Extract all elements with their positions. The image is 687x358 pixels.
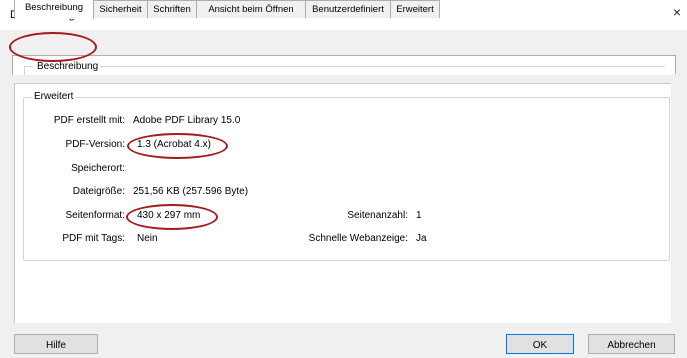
fast-web-view-value: Ja [416, 233, 427, 244]
page-count-label: Seitenanzahl: [347, 210, 408, 221]
page-format-label: Seitenformat: [65, 210, 125, 221]
pdf-version-label: PDF-Version: [65, 139, 125, 150]
filesize-value: 251,56 KB (257.596 Byte) [133, 186, 249, 197]
tab-erweitert[interactable]: Erweitert [390, 0, 440, 18]
tagged-pdf-label: PDF mit Tags: [62, 233, 125, 244]
description-group-label: Beschreibung [35, 61, 101, 72]
fast-web-view-label: Schnelle Webanzeige: [308, 233, 408, 244]
created-with-value: Adobe PDF Library 15.0 [133, 115, 241, 126]
highlight-ellipse-tab [9, 32, 97, 62]
filesize-label: Dateigröße: [72, 186, 125, 197]
tab-beschreibung[interactable]: Beschreibung [14, 0, 94, 19]
highlight-ellipse-pdf-version [127, 133, 228, 159]
tagged-pdf-value: Nein [137, 233, 158, 244]
tab-panel [12, 55, 676, 75]
highlight-ellipse-page-format [126, 204, 218, 230]
tab-sicherheit[interactable]: Sicherheit [93, 0, 148, 18]
tab-ansicht-beim-oeffnen[interactable]: Ansicht beim Öffnen [196, 0, 306, 18]
location-label: Speicherort: [71, 163, 125, 174]
close-icon[interactable]: × [673, 4, 681, 20]
ok-button[interactable]: OK [506, 334, 574, 354]
scrollbar[interactable] [671, 74, 685, 338]
description-group-border [24, 66, 33, 75]
cancel-button[interactable]: Abbrechen [588, 334, 675, 354]
created-with-label: PDF erstellt mit: [53, 115, 125, 126]
tab-schriften[interactable]: Schriften [147, 0, 197, 18]
page-count-value: 1 [416, 210, 422, 221]
description-group-border-top [100, 66, 665, 67]
help-button[interactable]: Hilfe [14, 334, 98, 354]
button-bar [0, 323, 687, 358]
tab-benutzerdefiniert[interactable]: Benutzerdefiniert [305, 0, 391, 18]
advanced-group-label: Erweitert [32, 91, 76, 102]
